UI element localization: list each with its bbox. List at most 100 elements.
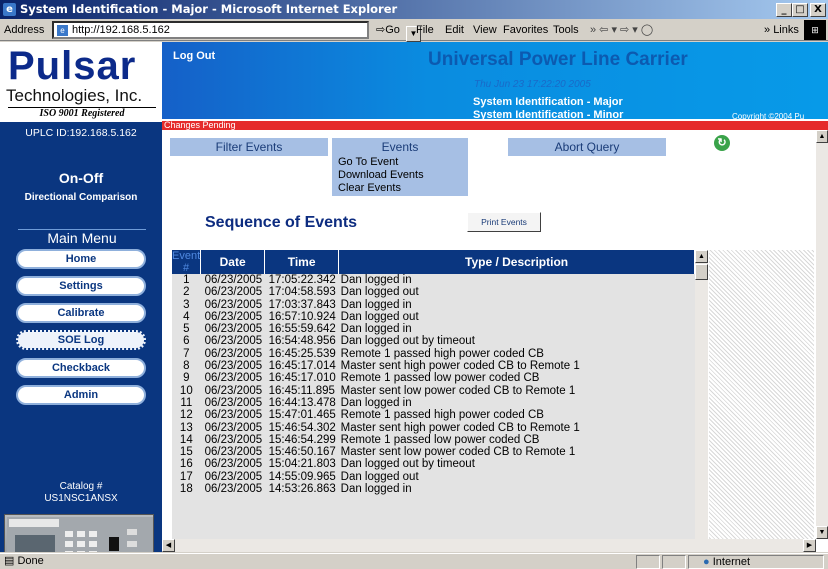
date-cell: 06/23/2005 <box>204 372 263 385</box>
time-cell: 15:46:54.299 <box>268 433 336 446</box>
page-scroll-down-icon[interactable]: ▼ <box>816 526 828 539</box>
table-row: 2 06/23/2005 17:04:58.593 Dan logged out <box>172 286 695 298</box>
print-events-button[interactable]: Print Events <box>467 212 541 232</box>
links-button[interactable]: » Links <box>764 19 799 41</box>
event-number-cell: 1 <box>183 274 190 286</box>
header-banner: Log Out Universal Power Line Carrier Thu… <box>162 42 828 121</box>
scroll-right-icon[interactable]: ▶ <box>803 539 816 552</box>
event-number-cell: 8 <box>183 360 190 373</box>
date-cell: 06/23/2005 <box>204 323 263 336</box>
time-cell: 14:53:26.863 <box>268 483 336 496</box>
table-row: 11 06/23/2005 16:44:13.478 Dan logged in <box>172 397 695 409</box>
description-cell: Dan logged out <box>340 470 419 483</box>
time-cell: 16:44:13.478 <box>268 396 336 409</box>
menu-file[interactable]: File <box>416 19 434 41</box>
description-cell: Remote 1 passed low power coded CB <box>340 433 540 446</box>
menu-admin-button[interactable]: Admin <box>16 385 146 405</box>
device-photo <box>4 514 154 552</box>
tab-abort-query[interactable]: Abort Query <box>508 138 666 156</box>
description-cell: Dan logged in <box>340 274 412 286</box>
go-button[interactable]: ⇨Go <box>376 19 400 41</box>
page-icon: e <box>57 25 68 36</box>
menu-view[interactable]: View <box>473 19 497 41</box>
system-id-minor: System Identification - Minor <box>473 109 624 121</box>
uplc-id: UPLC ID:192.168.5.162 <box>25 127 137 139</box>
date-cell: 06/23/2005 <box>204 396 263 409</box>
event-number-cell: 10 <box>179 384 193 397</box>
window-title: System Identification - Major - Microsof… <box>20 2 398 16</box>
menu-home-button[interactable]: Home <box>16 249 146 269</box>
time-cell: 16:54:48.956 <box>268 335 336 348</box>
scroll-left-icon[interactable]: ◀ <box>162 539 175 552</box>
menu-calibrate-button[interactable]: Calibrate <box>16 303 146 323</box>
page-vertical-scrollbar[interactable]: ▲ ▼ <box>816 130 828 539</box>
date-cell: 06/23/2005 <box>204 310 263 323</box>
tab-filter-events[interactable]: Filter Events <box>170 138 328 156</box>
table-vertical-scrollbar[interactable]: ▲ <box>695 250 708 541</box>
date-cell: 06/23/2005 <box>204 409 263 422</box>
table-row: 3 06/23/2005 17:03:37.843 Dan logged in <box>172 299 695 311</box>
description-cell: Dan logged in <box>340 396 412 409</box>
close-button[interactable]: X <box>810 3 826 17</box>
time-cell: 15:46:50.167 <box>268 446 336 459</box>
description-cell: Remote 1 passed low power coded CB <box>340 372 540 385</box>
page-scroll-up-icon[interactable]: ▲ <box>816 130 828 143</box>
menu-settings-button[interactable]: Settings <box>16 276 146 296</box>
menu-soe-log-button[interactable]: SOE Log <box>16 330 146 350</box>
menu-checkback-button[interactable]: Checkback <box>16 358 146 378</box>
event-number-cell: 14 <box>179 433 193 446</box>
description-cell: Dan logged out by timeout <box>340 458 475 471</box>
table-row: 1 06/23/2005 17:05:22.342 Dan logged in <box>172 274 695 286</box>
date-cell: 06/23/2005 <box>204 458 263 471</box>
event-number-cell: 15 <box>179 446 193 459</box>
column-header-event-number[interactable]: Event # <box>172 250 202 274</box>
time-cell: 16:45:17.014 <box>268 360 336 373</box>
menu-tools[interactable]: Tools <box>553 19 579 41</box>
description-cell: Dan logged out <box>340 310 419 323</box>
event-number-cell: 12 <box>179 409 193 422</box>
menu-item-clear-events[interactable]: Clear Events <box>338 182 468 195</box>
minimize-button[interactable]: _ <box>776 3 792 17</box>
changes-pending-bar: Changes Pending <box>162 121 828 130</box>
time-cell: 14:55:09.965 <box>268 470 336 483</box>
event-number-cell: 9 <box>183 372 190 385</box>
time-cell: 17:05:22.342 <box>268 274 336 286</box>
menu-item-go-to-event[interactable]: Go To Event <box>338 156 468 169</box>
tab-events[interactable]: Events <box>332 138 468 156</box>
time-cell: 16:55:59.642 <box>268 323 336 336</box>
page-horizontal-scrollbar[interactable]: ◀ ▶ <box>162 539 816 552</box>
column-header-date[interactable]: Date <box>200 250 266 274</box>
status-text: ▤ Done <box>4 555 44 567</box>
logout-link[interactable]: Log Out <box>173 50 215 62</box>
menu-edit[interactable]: Edit <box>445 19 464 41</box>
ie-icon: e <box>3 3 16 16</box>
background-pattern <box>709 250 814 541</box>
table-row: 18 06/23/2005 14:53:26.863 Dan logged in <box>172 483 695 495</box>
toolbar-overflow-icon[interactable]: » ⇦ ▾ ⇨ ▾ ◯ <box>590 19 653 41</box>
table-row: 9 06/23/2005 16:45:17.010 Remote 1 passed l… <box>172 372 695 384</box>
refresh-icon[interactable]: ↻ <box>714 135 730 151</box>
time-cell: 16:45:11.895 <box>268 384 335 397</box>
product-title: Universal Power Line Carrier <box>428 49 688 70</box>
table-row: 14 06/23/2005 15:46:54.299 Remote 1 passed … <box>172 434 695 446</box>
table-row: 13 06/23/2005 15:46:54.302 Master sent high… <box>172 422 695 434</box>
description-cell: Remote 1 passed high power coded CB <box>340 409 544 422</box>
column-header-time[interactable]: Time <box>264 250 340 274</box>
maximize-button[interactable]: □ <box>792 3 808 17</box>
description-cell: Dan logged in <box>340 298 412 311</box>
table-row: 10 06/23/2005 16:45:11.895 Master sent low … <box>172 385 695 397</box>
column-header-description[interactable]: Type / Description <box>338 250 695 274</box>
scheme-mode: On-Off <box>58 170 104 186</box>
event-number-cell: 11 <box>180 396 193 409</box>
scroll-up-icon[interactable]: ▲ <box>695 250 708 263</box>
menu-favorites[interactable]: Favorites <box>503 19 548 41</box>
status-pane <box>636 555 660 569</box>
address-input[interactable]: e http://192.168.5.162 ▼ <box>52 21 421 42</box>
datetime-display: Thu Jun 23 17:22:20 2005 <box>474 79 591 90</box>
address-url: http://192.168.5.162 <box>72 24 170 36</box>
event-number-cell: 2 <box>183 286 190 299</box>
menu-item-download-events[interactable]: Download Events <box>338 169 468 182</box>
events-table-container: Event # Date Time Type / Description 1 06… <box>172 250 695 541</box>
sidebar: UPLC ID:192.168.5.162 On-Off Directional… <box>0 122 162 552</box>
scroll-thumb[interactable] <box>695 264 708 280</box>
